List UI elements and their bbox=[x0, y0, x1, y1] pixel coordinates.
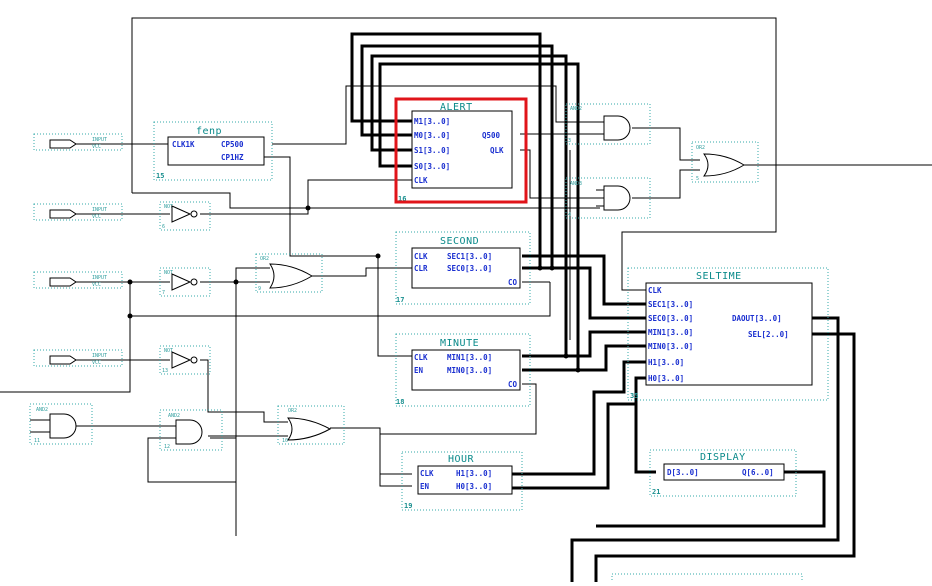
seltime-number: 35 bbox=[630, 392, 638, 400]
alert-out-1: QLK bbox=[490, 146, 504, 155]
input-pin-4: INPUT VCC bbox=[33, 349, 123, 367]
hour-in-1: EN bbox=[420, 482, 430, 491]
input-pin-3-vcc: VCC bbox=[92, 282, 101, 288]
input-pin-2-label: INPUT bbox=[92, 207, 107, 213]
input-pin-4-label: INPUT bbox=[92, 353, 107, 359]
seltime-out-0: DAOUT[3..0] bbox=[732, 314, 782, 323]
and2-mid-label: AND2 bbox=[168, 413, 180, 419]
second-title: SECOND bbox=[440, 236, 479, 247]
seltime-in-1: SEC1[3..0] bbox=[648, 300, 693, 309]
alert-in-1: M0[3..0] bbox=[414, 131, 450, 140]
or2-gate-low: OR2 10 bbox=[277, 405, 345, 445]
block-partial-bottom bbox=[611, 573, 803, 586]
display-in-0: D[3..0] bbox=[667, 468, 699, 477]
and2-gate-mid: AND2 12 bbox=[159, 409, 223, 451]
or2-low-label: OR2 bbox=[288, 408, 297, 414]
alert-in-4: CLK bbox=[414, 176, 428, 185]
minute-in-0: CLK bbox=[414, 353, 428, 362]
input-pin-2-vcc: VCC bbox=[92, 214, 101, 220]
hour-number: 19 bbox=[404, 502, 412, 510]
block-minute[interactable]: MINUTE CLK EN MIN1[3..0] MIN0[3..0] CO 1… bbox=[395, 333, 531, 407]
fenp-title: fenp bbox=[196, 126, 222, 137]
second-in-0: CLK bbox=[414, 252, 428, 261]
not-2-number: 7 bbox=[162, 290, 165, 296]
minute-out-1: MIN0[3..0] bbox=[447, 366, 492, 375]
alert-in-3: S0[3..0] bbox=[414, 162, 450, 171]
seltime-in-5: H1[3..0] bbox=[648, 358, 684, 367]
second-out-1: SEC0[3..0] bbox=[447, 264, 492, 273]
display-number: 21 bbox=[652, 488, 660, 496]
or2-top-label: OR2 bbox=[696, 145, 705, 151]
input-pin-2: INPUT VCC bbox=[33, 203, 123, 221]
hour-title: HOUR bbox=[448, 454, 475, 465]
not-gate-1: NOT 6 bbox=[159, 201, 211, 231]
block-fenp[interactable]: fenp CLK1K CP500 CP1HZ 15 bbox=[153, 121, 273, 181]
seltime-in-4: MIN0[3..0] bbox=[648, 342, 693, 351]
fenp-number: 15 bbox=[156, 172, 164, 180]
block-second[interactable]: SECOND CLK CLR SEC1[3..0] SEC0[3..0] CO … bbox=[395, 231, 531, 305]
minute-out-2: CO bbox=[508, 380, 518, 389]
block-seltime[interactable]: SELTIME CLK SEC1[3..0] SEC0[3..0] MIN1[3… bbox=[627, 267, 829, 401]
not-3-number: 13 bbox=[162, 368, 168, 374]
seltime-in-3: MIN1[3..0] bbox=[648, 328, 693, 337]
display-title: DISPLAY bbox=[700, 452, 746, 463]
input-pin-3-label: INPUT bbox=[92, 275, 107, 281]
and2-gate-left: AND2 11 bbox=[29, 403, 93, 445]
input-pin-1-label: INPUT bbox=[92, 137, 107, 143]
seltime-in-2: SEC0[3..0] bbox=[648, 314, 693, 323]
input-pin-3: INPUT VCC bbox=[33, 271, 123, 289]
alert-title: ALERT bbox=[440, 102, 473, 113]
block-alert[interactable]: ALERT M1[3..0] M0[3..0] S1[3..0] S0[3..0… bbox=[394, 97, 528, 204]
not-1-number: 6 bbox=[162, 224, 165, 230]
fenp-in-0: CLK1K bbox=[172, 140, 195, 149]
second-number: 17 bbox=[396, 296, 404, 304]
minute-title: MINUTE bbox=[440, 338, 479, 349]
second-in-1: CLR bbox=[414, 264, 428, 273]
seltime-out-1: SEL[2..0] bbox=[748, 330, 789, 339]
block-display[interactable]: DISPLAY D[3..0] Q[6..0] 21 bbox=[649, 449, 797, 497]
schematic-svg: INPUT VCC INPUT VCC INPUT VCC INPUT VCC … bbox=[0, 17, 932, 586]
alert-in-2: S1[3..0] bbox=[414, 146, 450, 155]
second-out-2: CO bbox=[508, 278, 518, 287]
fenp-out-0: CP500 bbox=[221, 140, 244, 149]
hour-in-0: CLK bbox=[420, 469, 434, 478]
and2-mid-number: 12 bbox=[164, 444, 170, 450]
or2-mid-number: 9 bbox=[258, 286, 261, 292]
and2-top-number: 3 bbox=[568, 138, 571, 144]
fenp-out-1: CP1HZ bbox=[221, 153, 244, 162]
block-hour[interactable]: HOUR CLK EN H1[3..0] H0[3..0] 19 bbox=[401, 451, 523, 511]
and3-number: 4 bbox=[568, 212, 571, 218]
hour-out-1: H0[3..0] bbox=[456, 482, 492, 491]
minute-in-1: EN bbox=[414, 366, 424, 375]
or2-gate-mid: OR2 9 bbox=[255, 253, 323, 293]
alert-out-0: Q500 bbox=[482, 131, 501, 140]
minute-number: 18 bbox=[396, 398, 404, 406]
seltime-in-0: CLK bbox=[648, 286, 662, 295]
or2-low-number: 10 bbox=[282, 438, 288, 444]
and2-left-number: 11 bbox=[34, 438, 40, 444]
schematic-canvas: INPUT VCC INPUT VCC INPUT VCC INPUT VCC … bbox=[0, 0, 932, 586]
and2-top-label: AND2 bbox=[570, 106, 582, 112]
minute-out-0: MIN1[3..0] bbox=[447, 353, 492, 362]
seltime-title: SELTIME bbox=[696, 271, 742, 282]
input-pin-4-vcc: VCC bbox=[92, 360, 101, 366]
seltime-in-6: H0[3..0] bbox=[648, 374, 684, 383]
input-pin-1: INPUT VCC bbox=[33, 133, 123, 151]
display-out-0: Q[6..0] bbox=[742, 468, 774, 477]
or2-mid-label: OR2 bbox=[260, 256, 269, 262]
alert-in-0: M1[3..0] bbox=[414, 117, 450, 126]
and2-left-label: AND2 bbox=[36, 407, 48, 413]
hour-out-0: H1[3..0] bbox=[456, 469, 492, 478]
junction-dots bbox=[127, 205, 581, 373]
and3-label: AND3 bbox=[570, 181, 582, 187]
or2-gate-top: OR2 5 bbox=[691, 141, 759, 183]
input-pin-1-vcc: VCC bbox=[92, 144, 101, 150]
or2-top-number: 5 bbox=[696, 176, 699, 182]
second-out-0: SEC1[3..0] bbox=[447, 252, 492, 261]
